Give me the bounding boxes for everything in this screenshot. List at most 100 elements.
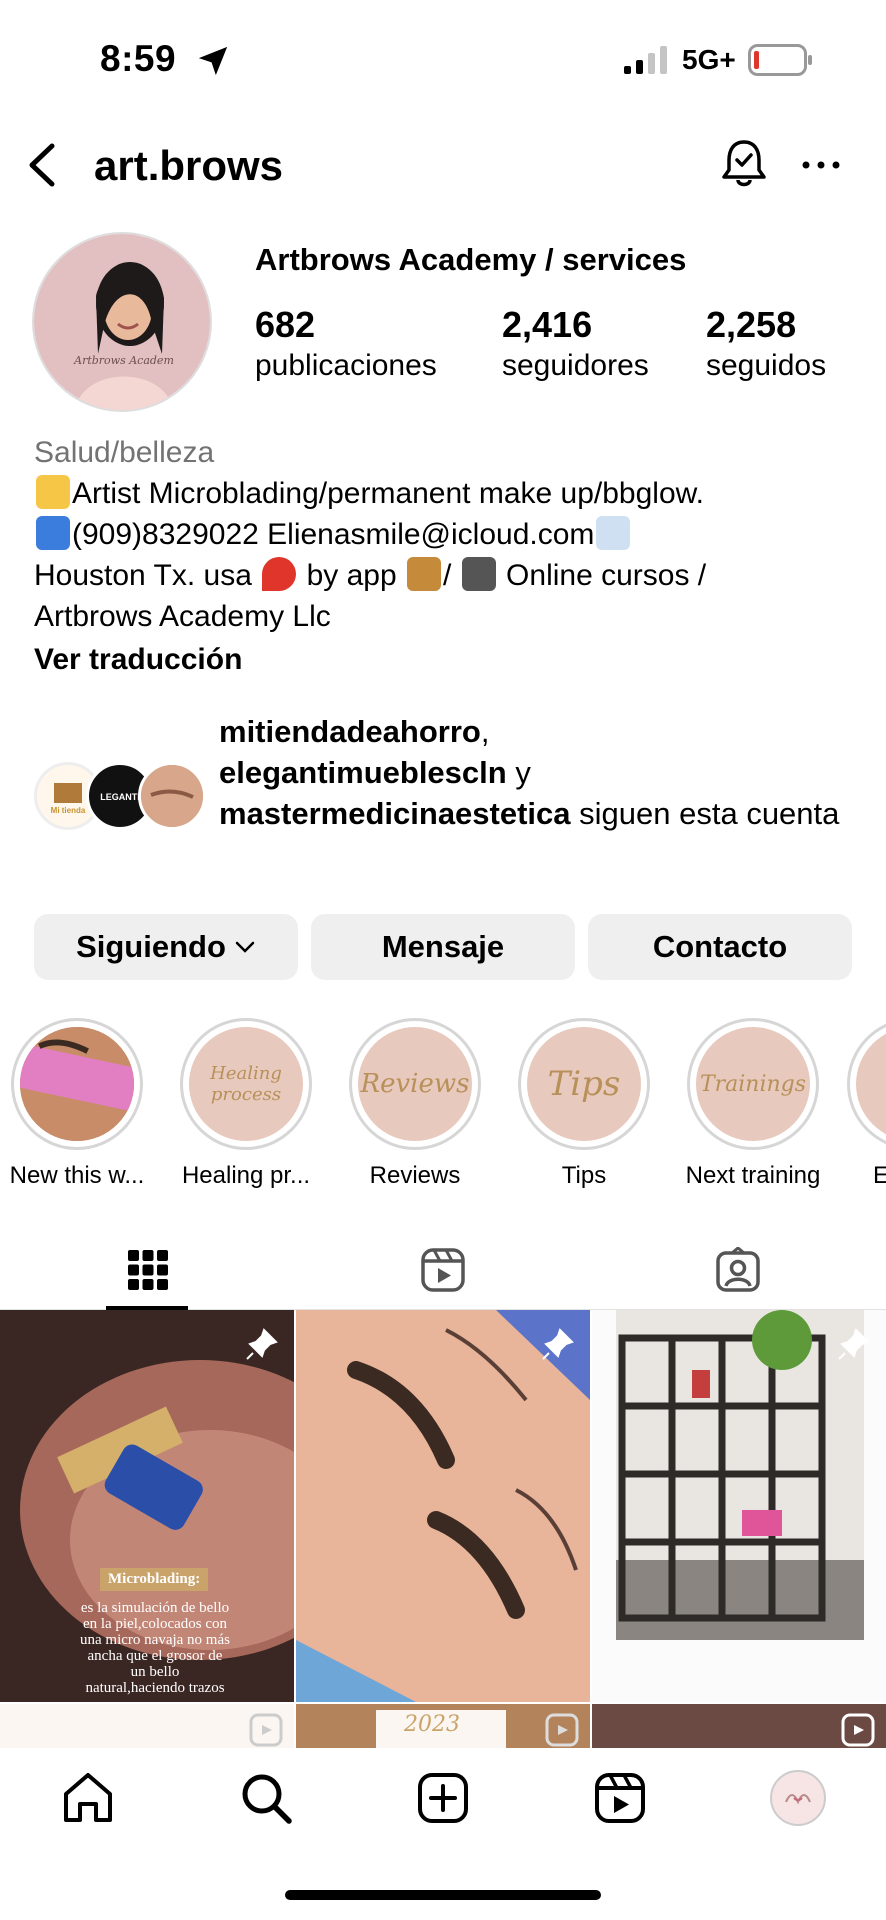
highlight-ring <box>847 1018 886 1150</box>
stat-value: 2,416 <box>502 304 593 345</box>
bio-contact[interactable]: (909)8329022 Elienasmile@icloud.com <box>72 518 594 551</box>
following-label: Siguiendo <box>76 929 226 964</box>
reel-icon <box>545 1713 579 1747</box>
story-highlight[interactable]: Healing process Healing pr... <box>171 1018 321 1190</box>
highlight-ring: Healing process <box>180 1018 312 1150</box>
posts-grid: Microblading: es la simulación de bello … <box>0 1310 886 1750</box>
status-bar: 8:59 5G+ <box>0 0 886 120</box>
highlight-cover-text: Reviews <box>360 1069 470 1099</box>
stat-value: 682 <box>255 304 316 345</box>
post-thumbnail[interactable] <box>0 1704 294 1750</box>
post-thumbnail[interactable] <box>592 1704 886 1750</box>
back-arrow-icon[interactable] <box>22 140 62 190</box>
post-image <box>296 1310 590 1702</box>
tagged-user-icon <box>715 1247 760 1292</box>
bio-text: Online cursos / <box>506 559 707 592</box>
highlight-ring: Reviews <box>349 1018 481 1150</box>
profile-display-name: Artbrows Academy / services <box>255 242 687 277</box>
highlight-ring: Trainings <box>687 1018 819 1150</box>
story-highlight[interactable]: Trainings Next training <box>678 1018 828 1190</box>
story-highlight[interactable]: E <box>847 1018 886 1190</box>
stat-label: publicaciones <box>255 349 437 382</box>
mutual-avatar <box>138 762 206 830</box>
mutual-followers-avatars[interactable]: Mi tienda LEGANTI <box>34 762 206 830</box>
create-post-icon[interactable] <box>415 1770 471 1826</box>
phone-arrow-emoji-icon <box>36 516 70 550</box>
message-label: Mensaje <box>381 929 505 964</box>
profile-username: art.brows <box>94 142 284 189</box>
story-highlight[interactable]: Tips Tips <box>509 1018 659 1190</box>
follower-name: mitiendadeahorro <box>219 714 481 749</box>
network-type: 5G+ <box>682 44 736 75</box>
reel-icon <box>249 1713 283 1747</box>
clipboard-emoji-icon <box>407 557 442 591</box>
location-arrow-icon <box>198 46 228 76</box>
bio-line: Artbrows Academy Llc <box>34 600 331 633</box>
post-image <box>592 1310 886 1702</box>
contact-button[interactable]: Contacto <box>588 914 852 980</box>
profile-logo-icon <box>785 1794 811 1805</box>
connector: y <box>506 755 531 790</box>
highlight-cover-text: Healing process <box>210 1063 282 1105</box>
avatar-shirt-text: Artbrows Academ <box>73 354 174 367</box>
highlight-label: Reviews <box>369 1162 461 1189</box>
story-highlight[interactable]: Reviews Reviews <box>340 1018 490 1190</box>
profile-content-tabs <box>0 1230 886 1310</box>
highlight-cover <box>20 1027 134 1141</box>
post-caption-title: Microblading: <box>100 1568 209 1591</box>
envelope-emoji-icon <box>596 516 631 550</box>
highlight-cover-text: Trainings <box>699 1071 807 1097</box>
profile-category: Salud/belleza <box>34 436 215 469</box>
highlight-label: E <box>873 1162 886 1189</box>
reel-icon <box>841 1713 875 1747</box>
tab-reels[interactable] <box>295 1230 590 1310</box>
highlight-label: New this w... <box>9 1162 145 1189</box>
post-caption: es la simulación de bello en la piel,col… <box>80 1600 230 1696</box>
pinned-icon <box>838 1328 870 1360</box>
highlight-cover: Reviews <box>358 1027 472 1141</box>
posts-count-stat[interactable]: 682 publicaciones <box>255 304 437 386</box>
highlight-cover-text: Tips <box>547 1064 621 1104</box>
profile-photo: Artbrows Academ <box>34 234 210 410</box>
following-button[interactable]: Siguiendo <box>34 914 298 980</box>
follower-name: elegantimueblescln <box>219 755 507 790</box>
post-thumbnail[interactable]: Microblading: es la simulación de bello … <box>0 1310 294 1702</box>
contact-label: Contacto <box>652 929 788 964</box>
laptop-emoji-icon <box>461 557 496 591</box>
following-count-stat[interactable]: 2,258 seguidos <box>706 304 826 386</box>
profile-avatar[interactable]: Artbrows Academ <box>32 232 212 412</box>
home-icon[interactable] <box>60 1770 116 1826</box>
bio-line: (909)8329022 Elienasmile@icloud.com <box>34 514 874 555</box>
post-thumbnail[interactable] <box>296 1310 590 1702</box>
followers-count-stat[interactable]: 2,416 seguidores <box>502 304 649 386</box>
battery-icon <box>748 44 812 76</box>
highlight-cover <box>856 1027 886 1141</box>
notification-bell-icon[interactable] <box>718 136 770 190</box>
message-button[interactable]: Mensaje <box>311 914 575 980</box>
highlight-photo <box>20 1027 134 1141</box>
highlight-ring: Tips <box>518 1018 650 1150</box>
post-year-text: 2023 <box>404 1712 460 1737</box>
search-icon[interactable] <box>238 1770 294 1826</box>
highlight-cover: Trainings <box>696 1027 810 1141</box>
reels-nav-icon[interactable] <box>592 1770 648 1826</box>
highlight-cover: Tips <box>527 1027 641 1141</box>
more-options-icon[interactable] <box>796 150 846 180</box>
grid-icon <box>127 1250 168 1290</box>
home-indicator <box>285 1890 601 1900</box>
follower-name: mastermedicinaestetica <box>219 796 571 831</box>
see-translation-link[interactable]: Ver traducción <box>34 639 874 680</box>
bio-location: Houston Tx. usa <box>34 559 252 592</box>
followed-by-text[interactable]: mitiendadeahorro, elegantimueblescln y m… <box>219 711 869 834</box>
post-thumbnail[interactable] <box>592 1310 886 1702</box>
chevron-down-icon <box>235 941 255 953</box>
profile-nav-avatar[interactable] <box>770 1770 826 1826</box>
bio-line: Houston Tx. usa by app / Online cursos / <box>34 555 874 596</box>
story-highlight[interactable]: New this w... <box>2 1018 152 1190</box>
tab-posts-grid[interactable] <box>0 1230 295 1310</box>
tab-tagged[interactable] <box>590 1230 885 1310</box>
separator: , <box>480 714 490 749</box>
highlight-ring <box>11 1018 143 1150</box>
highlight-label: Healing pr... <box>181 1162 311 1189</box>
pinned-icon <box>246 1328 278 1360</box>
